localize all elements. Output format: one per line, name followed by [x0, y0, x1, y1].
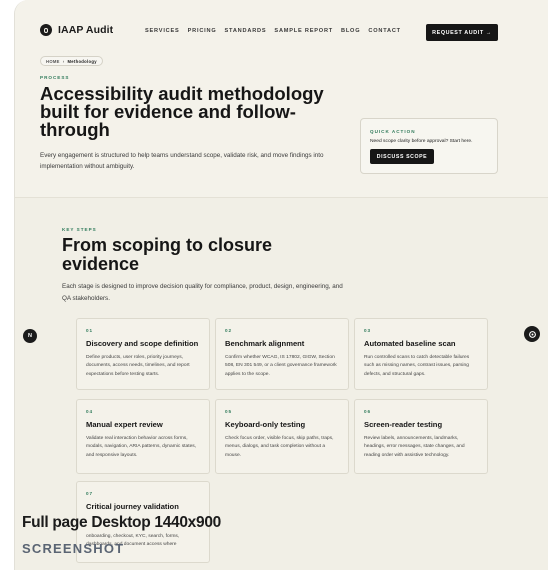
step-number: 05 — [225, 409, 233, 414]
gear-icon[interactable] — [524, 326, 540, 342]
step-card: 04 Manual expert review Validate real in… — [76, 399, 210, 474]
hero-eyebrow: PROCESS — [40, 75, 70, 80]
quick-action-text: Need scope clarity before approval? Star… — [370, 139, 473, 144]
side-avatar-button[interactable]: N — [23, 329, 37, 343]
step-description: Define products, user roles, priority jo… — [86, 355, 190, 377]
step-number: 01 — [86, 328, 94, 333]
nav-link-services[interactable]: SERVICES — [145, 28, 180, 34]
step-card: 05 Keyboard-only testing Check focus ord… — [215, 399, 349, 474]
step-description: Validate real interaction behavior acros… — [86, 436, 197, 458]
step-number: 07 — [86, 491, 94, 496]
step-number: 02 — [225, 328, 233, 333]
screenshot-tag: SCREENSHOT — [22, 541, 125, 556]
steps-eyebrow: KEY STEPS — [62, 227, 97, 232]
step-title: Critical journey validation — [86, 502, 179, 511]
step-number: 06 — [364, 409, 372, 414]
step-title: Automated baseline scan — [364, 339, 456, 348]
nav-link-sample-report[interactable]: SAMPLE REPORT — [274, 28, 333, 34]
step-title: Keyboard-only testing — [225, 420, 306, 429]
nav-link-pricing[interactable]: PRICING — [188, 28, 217, 34]
main-nav: SERVICES PRICING STANDARDS SAMPLE REPORT… — [145, 28, 401, 34]
step-card: 06 Screen-reader testing Review labels, … — [354, 399, 488, 474]
request-audit-button[interactable]: REQUEST AUDIT → — [426, 24, 498, 41]
step-description: Check focus order, visible focus, skip p… — [225, 436, 334, 458]
step-title: Discovery and scope definition — [86, 339, 199, 348]
brand-logo[interactable]: IAAP Audit — [40, 24, 113, 36]
step-card: 03 Automated baseline scan Run controlle… — [354, 318, 488, 390]
step-title: Benchmark alignment — [225, 339, 305, 348]
breadcrumb-separator: › — [62, 58, 65, 64]
breadcrumb-home[interactable]: HOME — [46, 59, 60, 64]
step-card: 01 Discovery and scope definition Define… — [76, 318, 210, 390]
breadcrumb-current: Methodology — [67, 58, 97, 64]
nav-link-contact[interactable]: CONTACT — [368, 28, 401, 34]
breadcrumb: HOME › Methodology — [40, 56, 103, 66]
step-description: Review labels, announcements, landmarks,… — [364, 436, 465, 458]
step-title: Manual expert review — [86, 420, 163, 429]
step-description: Run controlled scans to catch detectable… — [364, 355, 470, 377]
step-card: 02 Benchmark alignment Confirm whether W… — [215, 318, 349, 390]
page-title: Accessibility audit methodology built fo… — [40, 83, 324, 140]
quick-action-label: QUICK ACTION — [370, 129, 416, 134]
shield-icon — [40, 24, 52, 36]
discuss-scope-button[interactable]: DISCUSS SCOPE — [370, 149, 434, 164]
steps-title: From scoping to closure evidence — [62, 235, 273, 274]
step-number: 03 — [364, 328, 372, 333]
nav-link-blog[interactable]: BLOG — [341, 28, 360, 34]
quick-action-card: QUICK ACTION Need scope clarity before a… — [360, 118, 498, 174]
steps-lead: Each stage is designed to improve decisi… — [62, 283, 343, 302]
brand-name: IAAP Audit — [58, 24, 114, 36]
step-description: Confirm whether WCAG, IS 17802, GIGW, Se… — [225, 355, 337, 377]
hero-lead: Every engagement is structured to help t… — [40, 152, 324, 170]
screenshot-label: Full page Desktop 1440x900 — [22, 514, 221, 531]
step-number: 04 — [86, 409, 94, 414]
nav-link-standards[interactable]: STANDARDS — [225, 28, 267, 34]
step-title: Screen-reader testing — [364, 420, 443, 429]
